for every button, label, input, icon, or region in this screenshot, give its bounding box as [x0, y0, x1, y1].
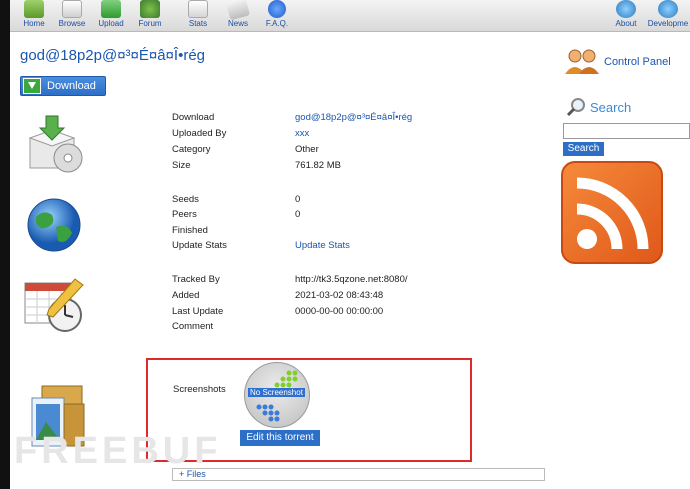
developer-icon: [658, 0, 678, 18]
globe-icon: [27, 198, 81, 252]
package-cd-icon: [28, 115, 83, 173]
calendar-clock-icon: [24, 278, 84, 332]
download-link[interactable]: god@18p2p@¤³¤É¤â¤Î•rég: [295, 112, 412, 123]
nav-news-label: News: [227, 19, 248, 28]
uploaded-by-label: Uploaded By: [172, 128, 227, 139]
nav-stats[interactable]: Stats: [176, 0, 220, 32]
files-toggle[interactable]: + Files: [172, 468, 545, 481]
nav-upload-label: Upload: [98, 19, 124, 28]
download-label: Download: [172, 112, 215, 123]
nav-browse-label: Browse: [58, 19, 86, 28]
download-button-label: Download: [47, 80, 96, 92]
no-screenshot-text: No Screenshot: [248, 388, 305, 397]
upload-icon: [101, 0, 121, 18]
comment-label: Comment: [172, 321, 214, 332]
home-icon: [24, 0, 44, 18]
search-title: Search: [590, 100, 632, 115]
rss-feed-icon[interactable]: [561, 161, 663, 264]
update-stats-link[interactable]: Update Stats: [295, 240, 350, 251]
nav-faq-label: F.A.Q.: [265, 19, 289, 28]
nav-browse[interactable]: Browse: [50, 0, 94, 32]
search-button[interactable]: Search: [563, 142, 604, 156]
seeds-label: Seeds: [172, 194, 199, 205]
nav-stats-label: Stats: [188, 19, 208, 28]
download-button[interactable]: Download: [20, 76, 106, 96]
top-navigation-bar: Home Browse Upload Forum Stats News F.A.…: [10, 0, 690, 32]
search-input[interactable]: [563, 123, 690, 139]
rss-waves-icon: [576, 177, 649, 250]
category-label: Category: [172, 144, 211, 155]
size-value: 761.82 MB: [295, 160, 341, 171]
nav-forum[interactable]: Forum: [128, 0, 172, 32]
tracked-by-label: Tracked By: [172, 274, 220, 285]
watermark: FREEBUF: [14, 430, 222, 472]
finished-label: Finished: [172, 225, 208, 236]
last-update-value: 0000-00-00 00:00:00: [295, 306, 384, 317]
update-stats-label: Update Stats: [172, 240, 227, 251]
nav-faq[interactable]: F.A.Q.: [255, 0, 299, 32]
stats-icon: [188, 0, 208, 18]
tracked-by-value: http://tk3.5qzone.net:8080/: [295, 274, 408, 285]
faq-icon: [268, 0, 286, 18]
last-update-label: Last Update: [172, 306, 224, 317]
seeds-value: 0: [295, 194, 301, 205]
category-value: Other: [295, 144, 319, 155]
added-label: Added: [172, 290, 200, 301]
forum-icon: [140, 0, 160, 18]
about-icon: [616, 0, 636, 18]
nav-upload[interactable]: Upload: [89, 0, 133, 32]
nav-about-label: About: [615, 19, 637, 28]
uploader-link[interactable]: xxx: [295, 128, 309, 139]
nav-forum-label: Forum: [138, 19, 162, 28]
news-icon: [226, 0, 250, 21]
download-icon: [23, 78, 41, 94]
nav-developer[interactable]: Developme: [646, 0, 690, 32]
peers-label: Peers: [172, 209, 197, 220]
edit-torrent-button[interactable]: Edit this torrent: [240, 430, 320, 446]
nav-developer-label: Developme: [647, 19, 689, 28]
added-value: 2021-03-02 08:43:48: [295, 290, 384, 301]
browse-icon: [62, 0, 82, 18]
nav-about[interactable]: About: [604, 0, 648, 32]
torrent-title: god@18p2p@¤³¤É¤â¤Î•rég: [20, 47, 206, 64]
peers-value: 0: [295, 209, 301, 220]
control-panel-users-icon: [565, 49, 599, 74]
control-panel-link[interactable]: Control Panel: [604, 56, 671, 68]
screenshots-label: Screenshots: [173, 384, 226, 395]
size-label: Size: [172, 160, 191, 171]
search-magnifier-icon: [566, 98, 585, 117]
nav-news[interactable]: News: [216, 0, 260, 32]
page-left-edge: [0, 0, 10, 489]
